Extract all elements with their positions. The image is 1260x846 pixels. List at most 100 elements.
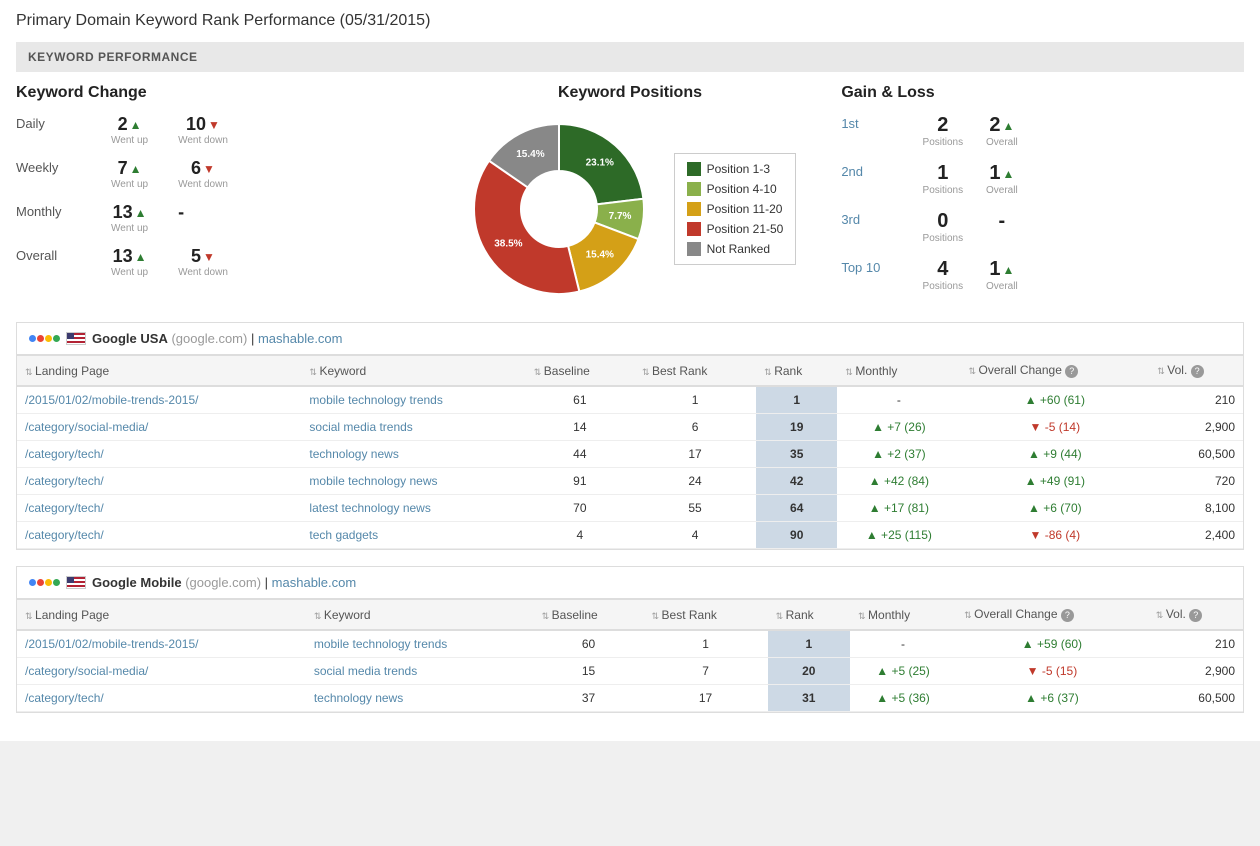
vol-cell: 720 [1149,468,1243,495]
gain-loss-overall: 1 ▲ Overall [974,258,1029,292]
donut-label: 15.4% [516,149,544,160]
monthly-cell: ▲ +5 (36) [850,685,956,712]
table-col-header[interactable]: ⇅ Keyword [306,600,534,631]
table-col-header[interactable]: ⇅ Keyword [301,356,525,387]
best-rank-cell: 6 [634,414,756,441]
table-col-header[interactable]: ⇅ Overall Change ? [956,600,1148,631]
baseline-cell: 60 [534,630,644,658]
gain-loss-title: Gain & Loss [841,84,1244,102]
best-rank-cell: 17 [644,685,768,712]
keyword-cell: social media trends [306,658,534,685]
overall-change-cell: ▲ +6 (37) [956,685,1148,712]
kw-up-val: 2 ▲ Went up [111,114,148,146]
arrow-up-icon: ▲ [1002,167,1014,181]
monthly-cell: - [850,630,956,658]
gain-loss-positions: 1 Positions [915,162,970,196]
table-col-header[interactable]: ⇅ Overall Change ? [960,356,1149,387]
legend-label: Position 21-50 [707,222,784,236]
baseline-cell: 14 [526,414,634,441]
baseline-cell: 37 [534,685,644,712]
kw-label: Weekly [16,158,81,175]
legend-color [687,242,701,256]
rank-cell: 31 [768,685,850,712]
arrow-up-icon: ▲ [130,162,142,176]
gain-loss-overall: 1 ▲ Overall [974,162,1029,196]
overall-change-cell: ▲ +60 (61) [960,386,1149,414]
kw-change-row: Monthly 13 ▲ Went up - [16,202,419,234]
table-col-header[interactable]: ⇅ Vol. ? [1148,600,1243,631]
monthly-cell: ▲ +7 (26) [837,414,960,441]
baseline-cell: 15 [534,658,644,685]
keyword-cell: latest technology news [301,495,525,522]
table-col-header[interactable]: ⇅ Rank [756,356,837,387]
monthly-cell: ▲ +17 (81) [837,495,960,522]
donut-center [523,173,595,245]
us-flag-mobile [66,576,86,589]
gain-loss-row: Top 10 4 Positions 1 ▲ Overall [841,258,1244,292]
table-col-header[interactable]: ⇅ Monthly [837,356,960,387]
baseline-cell: 44 [526,441,634,468]
vol-cell: 210 [1149,386,1243,414]
kw-label: Overall [16,246,81,263]
keyword-positions-col: Keyword Positions 23.1%7.7%15.4%38.5%15.… [429,84,832,306]
help-icon[interactable]: ? [1065,365,1078,378]
gain-loss-label: 2nd [841,162,911,179]
arrow-up-icon: ▲ [1002,263,1014,277]
kw-up-val: 13 ▲ Went up [111,202,148,234]
help-icon[interactable]: ? [1061,609,1074,622]
legend-color [687,162,701,176]
table-col-header[interactable]: ⇅ Baseline [526,356,634,387]
table-row: /category/tech/mobile technology news912… [17,468,1243,495]
table-col-header[interactable]: ⇅ Best Rank [634,356,756,387]
legend-label: Not Ranked [707,242,770,256]
landing-page-cell: /category/tech/ [17,468,301,495]
overall-change-cell: ▲ +49 (91) [960,468,1149,495]
gain-loss-positions: 0 Positions [915,210,970,244]
legend-item: Position 4-10 [687,182,784,196]
table-col-header[interactable]: ⇅ Monthly [850,600,956,631]
landing-page-cell: /category/tech/ [17,685,306,712]
donut-container: 23.1%7.7%15.4%38.5%15.4% Position 1-3 Po… [429,114,832,304]
arrow-down-icon: ▼ [208,118,220,132]
keyword-cell: mobile technology trends [306,630,534,658]
best-rank-cell: 17 [634,441,756,468]
vol-cell: 210 [1148,630,1243,658]
donut-label: 38.5% [494,238,522,249]
google-mobile-table: ⇅ Landing Page⇅ Keyword⇅ Baseline⇅ Best … [17,599,1243,712]
kw-perf-section-header: KEYWORD PERFORMANCE [16,42,1244,72]
gain-loss-positions: 2 Positions [915,114,970,148]
gain-loss-positions: 4 Positions [915,258,970,292]
kw-down-val: 5 ▼ Went down [178,246,228,278]
legend-label: Position 11-20 [707,202,783,216]
best-rank-cell: 4 [634,522,756,549]
legend-item: Position 11-20 [687,202,784,216]
help-icon[interactable]: ? [1189,609,1202,622]
arrow-up-icon: ▲ [130,118,142,132]
page-title: Primary Domain Keyword Rank Performance … [16,12,1244,30]
vol-cell: 2,400 [1149,522,1243,549]
table-row: /2015/01/02/mobile-trends-2015/mobile te… [17,386,1243,414]
table-col-header[interactable]: ⇅ Rank [768,600,850,631]
legend-label: Position 4-10 [707,182,777,196]
table-row: /category/social-media/social media tren… [17,414,1243,441]
table-col-header[interactable]: ⇅ Baseline [534,600,644,631]
legend-item: Position 21-50 [687,222,784,236]
table-col-header[interactable]: ⇅ Best Rank [644,600,768,631]
monthly-cell: ▲ +42 (84) [837,468,960,495]
table-row: /category/social-media/social media tren… [17,658,1243,685]
overall-change-cell: ▼ -86 (4) [960,522,1149,549]
overall-change-cell: ▲ +9 (44) [960,441,1149,468]
table-col-header[interactable]: ⇅ Vol. ? [1149,356,1243,387]
keyword-cell: tech gadgets [301,522,525,549]
keyword-cell: mobile technology news [301,468,525,495]
baseline-cell: 70 [526,495,634,522]
rank-cell: 90 [756,522,837,549]
landing-page-cell: /category/social-media/ [17,414,301,441]
kw-up-val: 13 ▲ Went up [111,246,148,278]
help-icon[interactable]: ? [1191,365,1204,378]
table-col-header[interactable]: ⇅ Landing Page [17,356,301,387]
monthly-cell: - [837,386,960,414]
kw-perf-grid: Keyword Change Daily 2 ▲ Went up 10 ▼ We… [16,84,1244,306]
table-col-header[interactable]: ⇅ Landing Page [17,600,306,631]
overall-change-cell: ▲ +59 (60) [956,630,1148,658]
